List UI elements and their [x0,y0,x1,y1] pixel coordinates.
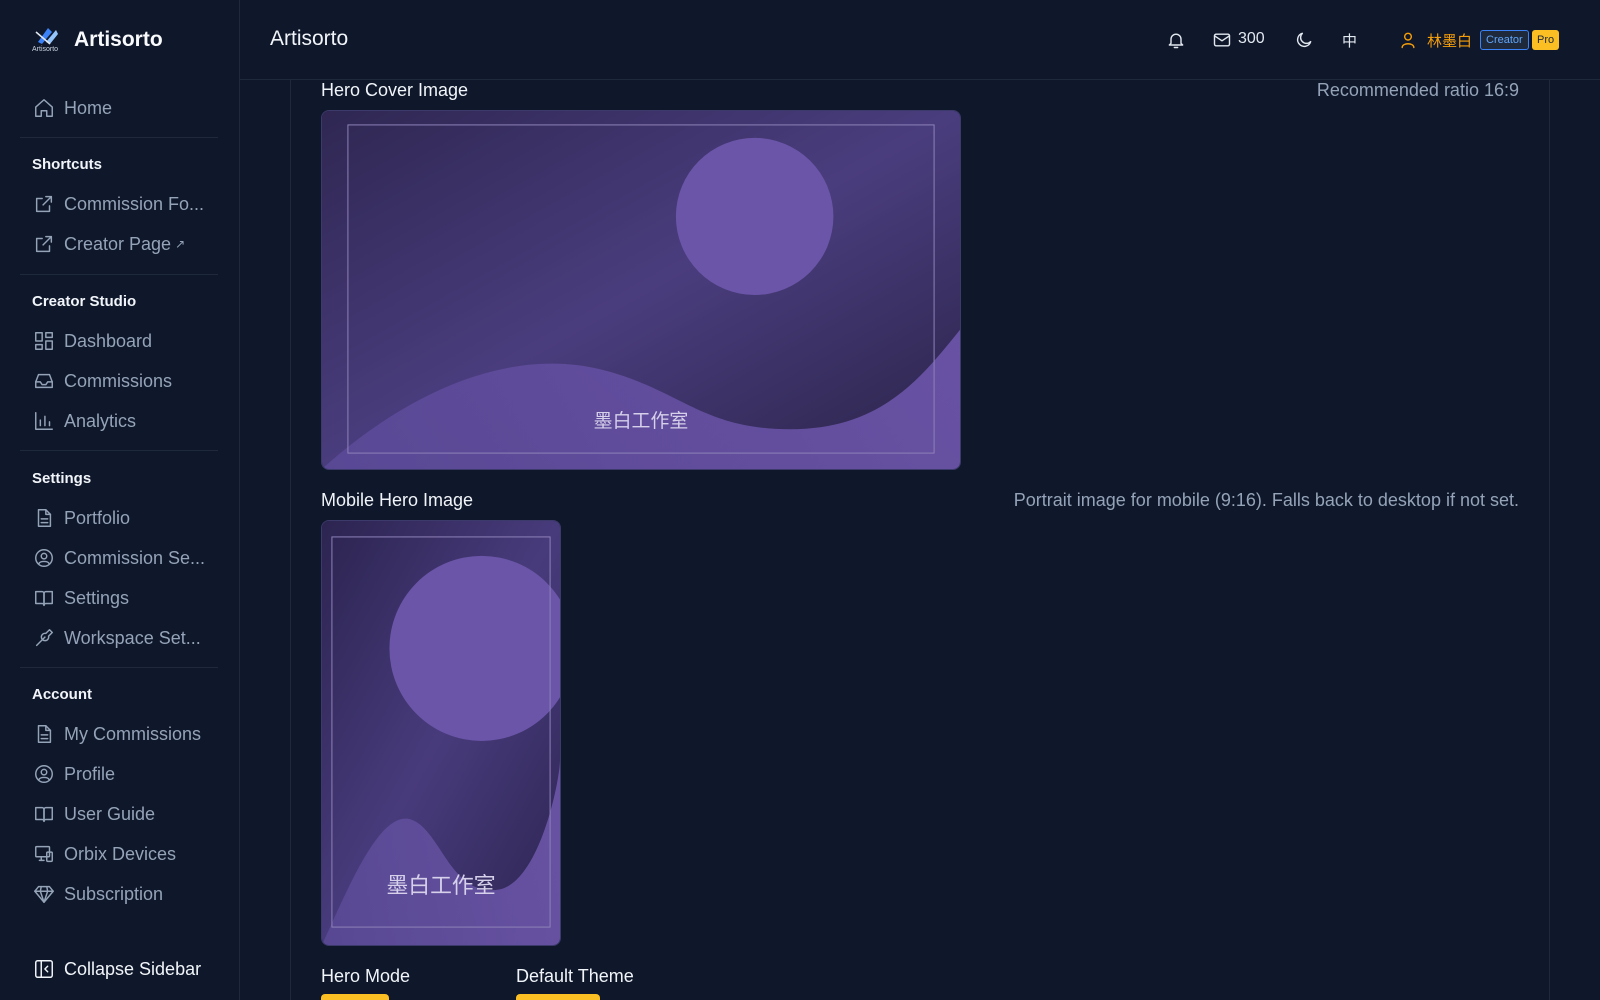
external-link-icon [32,192,56,216]
sidebar-item-commission-form[interactable]: Commission Fo... [32,188,204,220]
section-title-shortcuts: Shortcuts [32,156,103,173]
sidebar-item-orbix-devices[interactable]: Orbix Devices [32,838,176,870]
sidebar-item-creator-page[interactable]: Creator Page ↗ [32,228,185,260]
sidebar-item-label: Settings [64,587,130,608]
document-icon [32,506,56,530]
sidebar-item-label: Workspace Set... [64,627,201,648]
default-theme-select[interactable] [516,994,600,1000]
sidebar-item-portfolio[interactable]: Portfolio [32,502,130,534]
sidebar-item-label: Profile [64,763,116,784]
top-header: Artisorto 300 中 林墨白 Creator Pro [240,0,1600,80]
sidebar-item-my-commissions[interactable]: My Commissions [32,718,201,750]
sidebar-item-workspace-settings[interactable]: Workspace Set... [32,622,201,654]
sidebar-item-commission-settings[interactable]: Commission Se... [32,542,205,574]
sidebar-item-label: Orbix Devices [64,843,177,864]
sidebar-divider [20,667,218,668]
sidebar-item-subscription[interactable]: Subscription [32,878,163,910]
hero-cover-label: Hero Cover Image [321,80,469,100]
hero-mode-label: Hero Mode [321,966,411,986]
section-title-settings: Settings [32,470,92,487]
sidebar-item-analytics[interactable]: Analytics [32,405,136,437]
app: Artisorto Artisorto Home Shortcuts Commi… [0,0,1600,1000]
brand-logo-icon: Artisorto [32,24,64,56]
user-name[interactable]: 林墨白 [1427,30,1472,51]
sidebar-item-label: Commission Fo... [64,193,205,214]
user-icon[interactable] [1396,28,1420,52]
sidebar-item-label: Analytics [64,410,137,431]
hero-mode-select[interactable] [321,994,389,1000]
sidebar-item-label: User Guide [64,803,156,824]
hero-cover-hint: Recommended ratio 16:9 [1316,80,1519,100]
sidebar-item-dashboard[interactable]: Dashboard [32,325,152,357]
brand-name: Artisorto [74,28,163,51]
devices-icon [32,842,56,866]
sidebar-item-label: Dashboard [64,330,153,351]
book-open-icon [32,586,56,610]
external-arrow-icon: ↗ [175,237,186,251]
collapse-sidebar-label: Collapse Sidebar [64,958,202,979]
creator-badge: Creator [1480,30,1529,50]
sidebar-item-label: Commissions [64,370,173,391]
brand[interactable]: Artisorto Artisorto [32,24,163,56]
dashboard-icon [32,329,56,353]
hero-cover-image-upload[interactable]: 墨白工作室 [321,110,961,470]
sidebar-item-label: Creator Page [64,233,172,254]
sidebar: Artisorto Artisorto Home Shortcuts Commi… [0,0,240,1000]
user-circle-icon [32,546,56,570]
sidebar-item-settings[interactable]: Settings [32,582,129,614]
mobile-hero-image-upload[interactable]: 墨白工作室 [321,520,561,946]
inbox-icon [32,369,56,393]
sidebar-item-label: Portfolio [64,507,131,528]
brand-logo-text: Artisorto [32,46,59,53]
wrench-icon [32,626,56,650]
sidebar-item-label: Commission Se... [64,547,206,568]
sidebar-item-profile[interactable]: Profile [32,758,115,790]
dark-mode-moon-icon[interactable] [1292,28,1316,52]
page-title: Artisorto [270,27,349,50]
mobile-hero-preview: 墨白工作室 [322,521,560,945]
hero-cover-caption: 墨白工作室 [594,410,689,432]
book-open-icon [32,802,56,826]
gem-icon [32,882,56,906]
notifications-bell-icon[interactable] [1164,28,1188,52]
mobile-hero-hint: Portrait image for mobile (9:16). Falls … [1013,490,1519,510]
mobile-hero-label: Mobile Hero Image [321,490,474,510]
sidebar-divider [20,274,218,275]
mail-count[interactable]: 300 [1238,30,1265,48]
hero-cover-preview: 墨白工作室 [322,111,960,469]
section-title-account: Account [32,686,92,703]
sidebar-divider [20,137,218,138]
sidebar-item-label: Subscription [64,883,164,904]
main-content: Hero Cover Image Recommended ratio 16:9 [290,80,1550,1000]
pro-badge: Pro [1532,30,1560,50]
default-theme-label: Default Theme [516,966,634,986]
bar-chart-icon [32,409,56,433]
sidebar-item-home[interactable]: Home [32,92,112,124]
sidebar-divider [20,450,218,451]
sidebar-collapse-icon [32,957,56,981]
sidebar-item-label: Home [64,97,113,118]
language-switch[interactable]: 中 [1342,30,1357,51]
document-icon [32,722,56,746]
sidebar-item-user-guide[interactable]: User Guide [32,798,155,830]
collapse-sidebar-button[interactable]: Collapse Sidebar [32,953,201,985]
mobile-hero-caption: 墨白工作室 [386,874,495,899]
sidebar-item-label: My Commissions [64,723,202,744]
mail-icon[interactable] [1210,28,1234,52]
home-icon [32,96,56,120]
external-link-icon [32,232,56,256]
section-title-creator-studio: Creator Studio [32,293,137,310]
user-circle-icon [32,762,56,786]
sidebar-item-commissions[interactable]: Commissions [32,365,172,397]
